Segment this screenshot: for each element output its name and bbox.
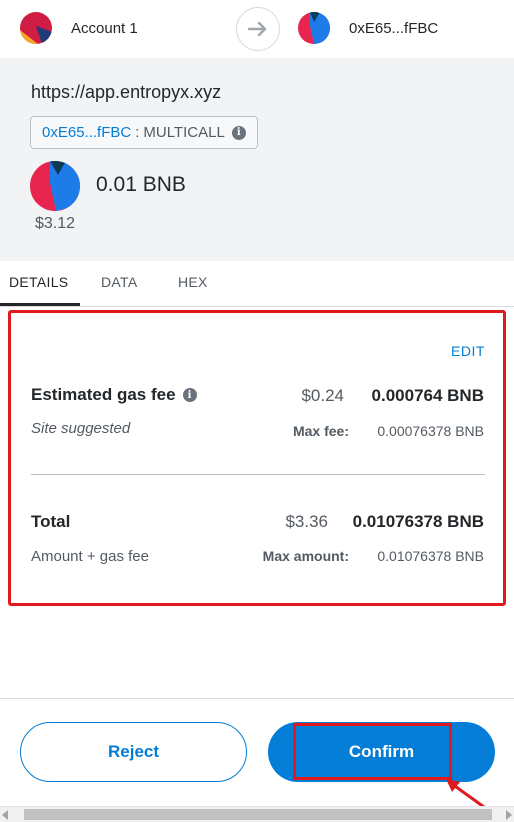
gas-fee-source: Site suggested	[31, 420, 131, 437]
from-account-name: Account 1	[71, 19, 138, 37]
arrow-right-icon	[236, 7, 280, 51]
details-divider	[31, 474, 485, 475]
to-account[interactable]: 0xE65...fFBC	[298, 12, 438, 44]
gas-fee-native: 0.000764 BNB	[371, 386, 484, 405]
tab-details[interactable]: DETAILS	[9, 274, 68, 290]
horizontal-scrollbar[interactable]	[0, 806, 514, 822]
transaction-amount: 0.01 BNB	[96, 173, 186, 196]
scroll-left-arrow-icon[interactable]	[2, 810, 8, 820]
recipient-avatar-icon	[298, 12, 330, 44]
transaction-origin-panel: https://app.entropyx.xyz 0xE65...fFBC : …	[0, 58, 514, 261]
total-title: Total	[31, 512, 71, 531]
token-avatar-icon	[30, 161, 80, 211]
account-avatar-icon	[20, 12, 52, 44]
method-name: MULTICALL	[143, 124, 225, 141]
site-url: https://app.entropyx.xyz	[31, 82, 222, 102]
confirm-tabs: DETAILS DATA HEX	[0, 261, 514, 307]
tab-data[interactable]: DATA	[101, 274, 137, 290]
gas-fee-heading: Estimated gas fee i	[31, 385, 197, 405]
edit-gas-button[interactable]: EDIT	[451, 343, 485, 359]
max-amount-value: 0.01076378 BNB	[377, 548, 484, 564]
gas-fee-fiat: $0.24	[301, 386, 344, 405]
recipient-address: 0xE65...fFBC	[349, 19, 439, 37]
contract-address-link[interactable]: 0xE65...fFBC	[42, 124, 131, 141]
tab-hex[interactable]: HEX	[178, 274, 208, 290]
total-fiat: $3.36	[285, 512, 328, 531]
from-account[interactable]: Account 1	[20, 12, 138, 44]
max-amount-label: Max amount:	[262, 548, 349, 564]
max-fee-value: 0.00076378 BNB	[377, 423, 484, 439]
gas-fee-title: Estimated gas fee	[31, 385, 176, 404]
method-separator: :	[135, 124, 140, 141]
total-subtitle: Amount + gas fee	[31, 548, 149, 565]
scroll-right-arrow-icon[interactable]	[506, 810, 512, 820]
info-icon[interactable]: i	[231, 125, 246, 140]
transaction-header: Account 1 0xE65...fFBC	[0, 0, 514, 59]
reject-button[interactable]: Reject	[20, 722, 247, 782]
max-fee-label: Max fee:	[292, 423, 349, 439]
gas-info-icon[interactable]: i	[182, 388, 197, 402]
scrollbar-thumb[interactable]	[24, 809, 492, 820]
confirm-button[interactable]: Confirm	[268, 722, 495, 782]
contract-method-pill[interactable]: 0xE65...fFBC : MULTICALL i	[30, 116, 258, 149]
active-tab-indicator	[0, 303, 80, 306]
total-native: 0.01076378 BNB	[352, 512, 484, 531]
transaction-amount-fiat: $3.12	[35, 215, 76, 232]
footer-divider	[0, 698, 514, 699]
